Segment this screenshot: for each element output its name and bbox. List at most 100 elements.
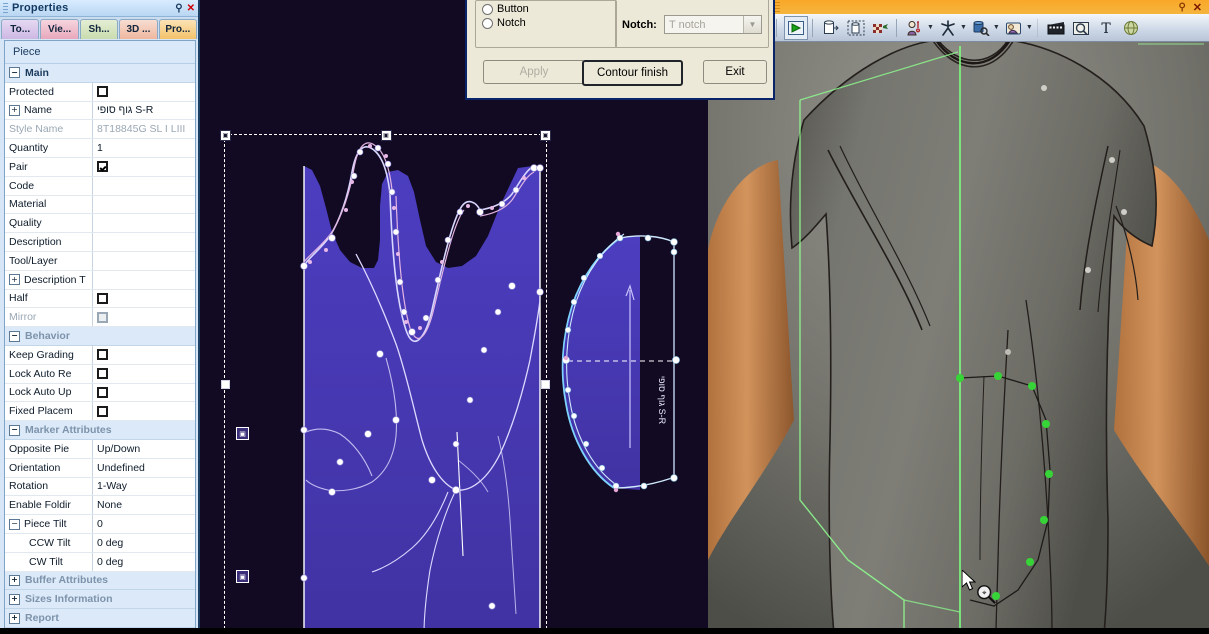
group-header-behavior[interactable]: − Behavior xyxy=(5,327,195,346)
row-material[interactable]: Material xyxy=(5,195,195,215)
expand-icon[interactable]: + xyxy=(9,593,20,605)
row-quality[interactable]: Quality xyxy=(5,214,195,234)
row-lock-auto-re[interactable]: Lock Auto Re xyxy=(5,364,195,384)
row-value[interactable]: 0 xyxy=(93,515,195,533)
radio-icon[interactable] xyxy=(482,17,493,29)
row-piece-tilt[interactable]: − Piece Tilt 0 xyxy=(5,515,195,534)
avatar-settings-icon[interactable] xyxy=(904,17,926,39)
cylinder-piece-icon[interactable] xyxy=(820,17,842,39)
group-header-report[interactable]: + Report xyxy=(5,609,195,628)
tab-view[interactable]: Vie... xyxy=(40,19,79,39)
chevron-down-icon[interactable]: ▼ xyxy=(927,24,934,31)
mannequin-pose-icon[interactable] xyxy=(937,17,959,39)
row-value[interactable] xyxy=(93,177,195,195)
row-tool-layer[interactable]: Tool/Layer xyxy=(5,251,195,271)
row-enable-folding[interactable]: Enable Foldir None xyxy=(5,496,195,516)
play-simulation-icon[interactable] xyxy=(784,15,808,40)
resize-handle-tl[interactable]: ▣ xyxy=(220,130,231,141)
row-keep-grading[interactable]: Keep Grading xyxy=(5,345,195,365)
globe-view-icon[interactable] xyxy=(1120,17,1142,39)
row-value[interactable] xyxy=(93,271,195,289)
row-value[interactable] xyxy=(93,233,195,251)
group-header-main[interactable]: − Main xyxy=(5,64,195,83)
chevron-down-icon[interactable]: ▼ xyxy=(1026,24,1033,31)
properties-panel[interactable]: Properties ⚲ ✕ To... Vie... Sh... 3D ...… xyxy=(0,0,200,634)
close-icon[interactable]: ✕ xyxy=(1193,1,1202,14)
row-value[interactable] xyxy=(93,402,195,420)
notch-type-select[interactable]: T notch ▼ xyxy=(664,15,762,34)
tab-properties[interactable]: Pro... xyxy=(158,19,198,39)
three-d-toolbar[interactable]: ▼ ▼ ▼ ▼ T xyxy=(772,14,1209,42)
group-header-sizes-information[interactable]: + Sizes Information xyxy=(5,590,195,610)
fabric-properties-icon[interactable] xyxy=(970,17,992,39)
row-value[interactable]: 0 deg xyxy=(93,553,195,571)
row-value[interactable] xyxy=(93,290,195,308)
row-value[interactable] xyxy=(93,252,195,270)
group-header-marker-attributes[interactable]: − Marker Attributes xyxy=(5,421,195,440)
panel-tabs[interactable]: To... Vie... Sh... 3D ... Pro... xyxy=(0,17,198,39)
row-lock-auto-up[interactable]: Lock Auto Up xyxy=(5,383,195,403)
protected-checkbox[interactable] xyxy=(97,86,108,98)
radio-icon[interactable] xyxy=(482,3,493,15)
texture-apply-icon[interactable] xyxy=(870,17,892,39)
select-region-icon[interactable] xyxy=(845,17,867,39)
radio-notch-option[interactable]: Notch xyxy=(482,17,616,29)
movie-record-icon[interactable] xyxy=(1045,17,1067,39)
group-header-buffer-attributes[interactable]: + Buffer Attributes xyxy=(5,571,195,591)
row-rotation[interactable]: Rotation 1-Way xyxy=(5,477,195,497)
contour-finish-button[interactable]: Contour finish xyxy=(582,60,683,86)
fixed-placement-checkbox[interactable] xyxy=(97,405,108,417)
row-value[interactable]: None xyxy=(93,496,195,514)
row-value[interactable] xyxy=(93,365,195,383)
selection-bounding-box[interactable]: ▣ ▣ ▣ xyxy=(220,130,551,634)
row-pair[interactable]: Pair xyxy=(5,157,195,177)
grain-tag-bottom[interactable]: ▣ xyxy=(236,570,249,583)
resize-handle-tr[interactable]: ▣ xyxy=(540,130,551,141)
row-ccw-tilt[interactable]: CCW Tilt 0 deg xyxy=(5,533,195,553)
expand-icon[interactable]: + xyxy=(9,104,20,116)
collapse-icon[interactable]: − xyxy=(9,330,20,342)
resize-handle-ml[interactable] xyxy=(221,380,230,389)
row-quantity[interactable]: Quantity 1 xyxy=(5,139,195,158)
snapshot-icon[interactable] xyxy=(1070,17,1092,39)
row-value[interactable] xyxy=(93,83,195,101)
resize-handle-tc[interactable]: ▣ xyxy=(380,130,392,141)
half-checkbox[interactable] xyxy=(97,292,108,304)
row-value[interactable]: 1 xyxy=(93,139,195,157)
row-code[interactable]: Code xyxy=(5,176,195,196)
expand-icon[interactable]: + xyxy=(9,574,20,586)
properties-grid[interactable]: − Main Protected + Name גוף סופי S-R Sty… xyxy=(5,64,195,628)
row-orientation[interactable]: Orientation Undefined xyxy=(5,458,195,478)
collapse-icon[interactable]: − xyxy=(9,424,20,436)
tab-3d[interactable]: 3D ... xyxy=(119,19,158,39)
close-icon[interactable]: ✕ xyxy=(187,3,195,14)
row-value[interactable]: 0 deg xyxy=(93,534,195,552)
row-fixed-placement[interactable]: Fixed Placem xyxy=(5,402,195,422)
chevron-down-icon[interactable]: ▼ xyxy=(960,24,967,31)
row-value[interactable]: Up/Down xyxy=(93,440,195,458)
row-value[interactable]: 1-Way xyxy=(93,478,195,496)
collapse-icon[interactable]: − xyxy=(9,518,20,530)
drag-grip[interactable] xyxy=(3,2,8,14)
photo-render-icon[interactable] xyxy=(1003,17,1025,39)
exit-button[interactable]: Exit xyxy=(703,60,767,84)
resize-handle-mr[interactable] xyxy=(541,380,550,389)
row-value[interactable]: גוף סופי S-R xyxy=(93,102,195,120)
row-cw-tilt[interactable]: CW Tilt 0 deg xyxy=(5,552,195,572)
row-name[interactable]: + Name גוף סופי S-R xyxy=(5,101,195,121)
row-value[interactable] xyxy=(93,214,195,232)
chevron-down-icon[interactable]: ▼ xyxy=(993,24,1000,31)
viewport-3d[interactable]: ⌖ xyxy=(708,0,1209,634)
chevron-down-icon[interactable]: ▼ xyxy=(743,16,761,33)
tab-shape[interactable]: Sh... xyxy=(79,19,119,39)
row-description-t[interactable]: + Description T xyxy=(5,270,195,290)
pin-icon[interactable]: ⚲ xyxy=(1178,2,1185,13)
row-opposite-piece[interactable]: Opposite Pie Up/Down xyxy=(5,439,195,459)
row-half[interactable]: Half xyxy=(5,289,195,309)
apply-button[interactable]: Apply xyxy=(483,60,585,84)
row-value[interactable] xyxy=(93,384,195,402)
lock-auto-re-checkbox[interactable] xyxy=(97,368,108,380)
grain-tag-top[interactable]: ▣ xyxy=(236,427,249,440)
row-value[interactable] xyxy=(93,346,195,364)
row-value[interactable] xyxy=(93,196,195,214)
